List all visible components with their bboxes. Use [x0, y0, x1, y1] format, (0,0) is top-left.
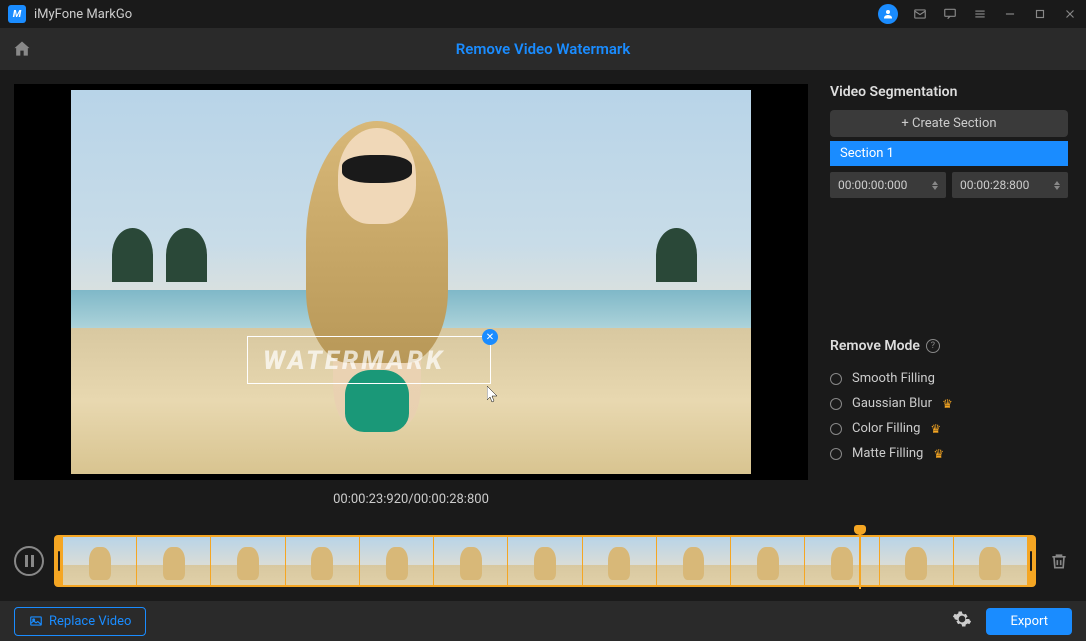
maximize-icon[interactable]: [1032, 6, 1048, 22]
export-button[interactable]: Export: [986, 608, 1072, 635]
pause-icon: [25, 555, 34, 567]
radio-icon: [830, 398, 842, 410]
titlebar: M iMyFone MarkGo: [0, 0, 1086, 28]
feedback-icon[interactable]: [942, 6, 958, 22]
mode-matte-filling[interactable]: Matte Filling ♛: [830, 441, 1068, 466]
replace-video-button[interactable]: Replace Video: [14, 607, 146, 636]
radio-icon: [830, 448, 842, 460]
radio-icon: [830, 373, 842, 385]
timeline-thumbnail: [731, 537, 804, 585]
timeline-thumbnail: [63, 537, 136, 585]
mode-label: Gaussian Blur: [852, 396, 932, 411]
delete-button[interactable]: [1046, 548, 1072, 574]
segmentation-title: Video Segmentation: [830, 84, 1068, 100]
create-section-label: Create Section: [912, 116, 997, 131]
close-icon[interactable]: [1062, 6, 1078, 22]
crown-icon: ♛: [942, 397, 953, 411]
mode-gaussian-blur[interactable]: Gaussian Blur ♛: [830, 391, 1068, 416]
mode-label: Matte Filling: [852, 446, 923, 461]
timeline-thumbnail: [880, 537, 953, 585]
export-label: Export: [1010, 614, 1048, 629]
start-time-value: 00:00:00:000: [838, 178, 907, 192]
header-bar: Remove Video Watermark: [0, 28, 1086, 70]
timeline-thumbnail: [137, 537, 210, 585]
timeline-thumbnail: [360, 537, 433, 585]
crown-icon: ♛: [930, 422, 941, 436]
remove-mode-title: Remove Mode: [830, 338, 920, 354]
settings-button[interactable]: [952, 609, 972, 633]
spinner-down-icon[interactable]: [1054, 186, 1060, 190]
trim-handle-right[interactable]: [1028, 537, 1034, 585]
menu-icon[interactable]: [972, 6, 988, 22]
mode-smooth-filling[interactable]: Smooth Filling: [830, 366, 1068, 391]
mode-label: Color Filling: [852, 421, 920, 436]
create-section-button[interactable]: + Create Section: [830, 110, 1068, 137]
playhead[interactable]: [859, 529, 861, 589]
mode-label: Smooth Filling: [852, 371, 935, 386]
timeline-thumbnail: [583, 537, 656, 585]
help-icon[interactable]: ?: [926, 339, 940, 353]
timeline-thumbnail: [657, 537, 730, 585]
play-pause-button[interactable]: [14, 546, 44, 576]
crown-icon: ♛: [933, 447, 944, 461]
section-end-time-input[interactable]: 00:00:28:800: [952, 172, 1068, 198]
spinner-up-icon[interactable]: [932, 181, 938, 185]
section-item[interactable]: Section 1: [830, 141, 1068, 166]
mail-icon[interactable]: [912, 6, 928, 22]
timeline-thumbnail: [508, 537, 581, 585]
app-logo: M: [8, 5, 26, 23]
replace-video-label: Replace Video: [49, 614, 131, 629]
side-panel: Video Segmentation + Create Section Sect…: [822, 70, 1086, 521]
timeline-track[interactable]: [54, 535, 1036, 587]
timeline-thumbnail: [211, 537, 284, 585]
time-display: 00:00:23:920/00:00:28:800: [14, 480, 808, 507]
plus-icon: +: [901, 116, 908, 131]
section-start-time-input[interactable]: 00:00:00:000: [830, 172, 946, 198]
minimize-icon[interactable]: [1002, 6, 1018, 22]
user-account-icon[interactable]: [878, 4, 898, 24]
watermark-overlay-text: WATERMARK: [263, 346, 445, 376]
timeline-thumbnail: [954, 537, 1027, 585]
timeline-thumbnail: [286, 537, 359, 585]
end-time-value: 00:00:28:800: [960, 178, 1029, 192]
timeline-thumbnail: [434, 537, 507, 585]
mode-color-filling[interactable]: Color Filling ♛: [830, 416, 1068, 441]
spinner-up-icon[interactable]: [1054, 181, 1060, 185]
home-button[interactable]: [0, 39, 44, 59]
app-title: iMyFone MarkGo: [34, 7, 132, 22]
cursor-icon: [487, 386, 499, 404]
footer: Replace Video Export: [0, 601, 1086, 641]
trim-handle-left[interactable]: [56, 537, 62, 585]
selection-close-button[interactable]: ✕: [482, 329, 498, 345]
spinner-down-icon[interactable]: [932, 186, 938, 190]
video-preview[interactable]: WATERMARK ✕: [14, 84, 808, 480]
page-title: Remove Video Watermark: [456, 40, 631, 58]
timeline: [0, 521, 1086, 601]
radio-icon: [830, 423, 842, 435]
timeline-thumbnail: [805, 537, 878, 585]
preview-pane: WATERMARK ✕ 00:00:23:920/00:00:28:800: [0, 70, 822, 521]
